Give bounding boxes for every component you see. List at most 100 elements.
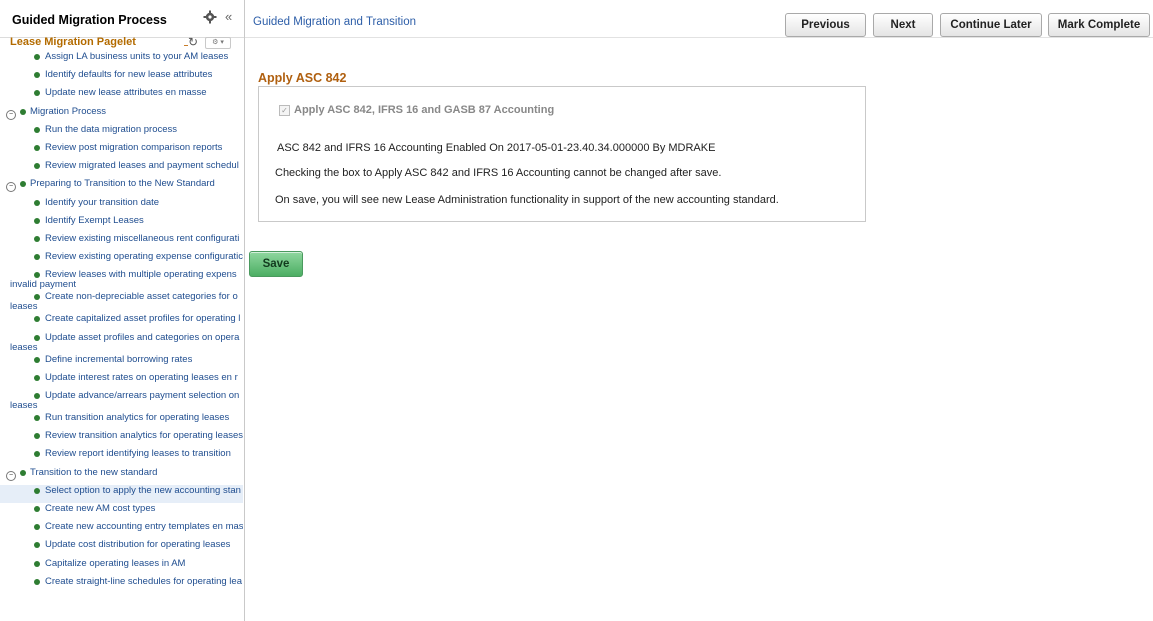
settings-panel: ✓ Apply ASC 842, IFRS 16 and GASB 87 Acc… — [258, 86, 866, 222]
sidebar-header: Guided Migration Process « — [0, 0, 244, 38]
enabled-status-text: ASC 842 and IFRS 16 Accounting Enabled O… — [277, 142, 716, 154]
sidebar-step-label-continued: leases — [10, 400, 38, 411]
next-button[interactable]: Next — [873, 13, 933, 37]
pagelet-header: Lease Migration Pagelet ↻ ⚙ ▾ — [0, 35, 244, 50]
bullet-icon — [34, 433, 40, 440]
page-title: Apply ASC 842 — [258, 71, 347, 85]
apply-asc842-checkbox-label: Apply ASC 842, IFRS 16 and GASB 87 Accou… — [294, 104, 555, 116]
sidebar-step[interactable]: Create straight-line schedules for opera… — [0, 576, 243, 594]
bullet-icon — [34, 316, 40, 323]
bullet-icon — [34, 126, 40, 133]
sidebar-title: Guided Migration Process — [12, 13, 167, 27]
sidebar-step[interactable]: Update advance/arrears payment selection… — [0, 390, 243, 412]
sidebar-step[interactable]: Identify defaults for new lease attribut… — [0, 69, 243, 87]
refresh-icon[interactable]: ↻ — [188, 35, 198, 49]
sidebar-step-label: Identify defaults for new lease attribut… — [45, 69, 213, 81]
bullet-icon — [34, 506, 40, 512]
sidebar-section[interactable]: − Transition to the new standard — [0, 467, 243, 485]
sidebar-step[interactable]: Run the data migration process — [0, 124, 243, 142]
sidebar-step[interactable]: Update interest rates on operating lease… — [0, 372, 243, 390]
sidebar-section[interactable]: − Preparing to Transition to the New Stan… — [0, 178, 243, 196]
pagelet-title: Lease Migration Pagelet — [10, 36, 136, 48]
sidebar-step[interactable]: Select option to apply the new accountin… — [0, 484, 243, 503]
bullet-icon — [34, 451, 40, 458]
sidebar-step[interactable]: Assign LA business units to your AM leas… — [0, 51, 243, 69]
sidebar-section[interactable]: − Migration Process — [0, 106, 243, 124]
breadcrumb[interactable]: Guided Migration and Transition — [253, 16, 416, 28]
bullet-icon — [20, 181, 26, 188]
bullet-icon — [34, 294, 40, 301]
sidebar-step-label: Run the data migration process — [45, 123, 178, 135]
bullet-icon — [34, 54, 40, 60]
sidebar-step-label: Create capitalized asset profiles for op… — [45, 313, 241, 325]
sidebar-step[interactable]: Define incremental borrowing rates — [0, 354, 243, 372]
sidebar-step[interactable]: Review existing operating expense config… — [0, 251, 243, 269]
collapse-toggle-icon[interactable]: − — [6, 109, 16, 120]
collapse-icon[interactable]: « — [225, 10, 232, 24]
pagelet-actions-menu[interactable]: ⚙ ▾ — [205, 37, 231, 49]
sidebar-step-label: Migration Process — [30, 105, 107, 117]
sidebar-step-label: Review existing miscellaneous rent confi… — [45, 233, 240, 244]
sidebar-step[interactable]: Update cost distribution for operating l… — [0, 539, 243, 557]
sidebar-step[interactable]: Review leases with multiple operating ex… — [0, 269, 243, 291]
bullet-icon — [34, 542, 40, 549]
bullet-icon — [34, 487, 40, 494]
sidebar-step-label: Identify your transition date — [45, 196, 160, 208]
bullet-icon — [34, 374, 40, 381]
gear-icon[interactable] — [203, 10, 217, 24]
sidebar-step[interactable]: Update new lease attributes en masse — [0, 87, 243, 105]
sidebar-step[interactable]: Create non-depreciable asset categories … — [0, 291, 243, 313]
bullet-icon — [34, 236, 40, 242]
bullet-icon — [34, 524, 40, 531]
sidebar-step-label: Review report identifying leases to tran… — [45, 448, 231, 460]
sidebar-step[interactable]: Create new accounting entry templates en… — [0, 521, 243, 539]
sidebar-step[interactable]: Create capitalized asset profiles for op… — [0, 313, 243, 331]
sidebar-step[interactable]: Review transition analytics for operatin… — [0, 430, 243, 448]
bullet-icon — [34, 578, 40, 585]
sidebar-step[interactable]: Identify your transition date — [0, 197, 243, 215]
save-button[interactable]: Save — [249, 251, 303, 277]
bullet-icon — [34, 199, 40, 206]
bullet-icon — [34, 217, 40, 224]
sidebar-step[interactable]: Create new AM cost types — [0, 503, 243, 521]
sidebar-step-label: Create new AM cost types — [45, 503, 156, 514]
mark-complete-button[interactable]: Mark Complete — [1048, 13, 1150, 37]
bullet-icon — [34, 415, 40, 421]
sidebar-step-label: Run transition analytics for operating l… — [45, 412, 230, 423]
sidebar-step-label-continued: leases — [10, 301, 38, 313]
sidebar: Guided Migration Process « Lease Migrati… — [0, 0, 245, 621]
bullet-icon — [34, 90, 40, 97]
bullet-icon — [34, 334, 40, 341]
sidebar-step[interactable]: Review existing miscellaneous rent confi… — [0, 233, 243, 251]
sidebar-step-label: Assign LA business units to your AM leas… — [45, 51, 229, 62]
sidebar-step[interactable]: Review post migration comparison reports — [0, 142, 243, 160]
sidebar-step[interactable]: Review report identifying leases to tran… — [0, 448, 243, 466]
sidebar-step-label: Define incremental borrowing rates — [45, 353, 193, 365]
bullet-icon — [34, 356, 40, 363]
sidebar-step[interactable]: Review migrated leases and payment sched… — [0, 160, 243, 178]
sidebar-step-label: Create non-depreciable asset categories … — [45, 291, 238, 303]
collapse-toggle-icon[interactable]: − — [6, 470, 16, 481]
sidebar-step-label-continued: leases — [10, 341, 38, 353]
info-text: On save, you will see new Lease Administ… — [275, 194, 779, 206]
sidebar-step-label: Update cost distribution for operating l… — [45, 539, 231, 551]
bullet-icon — [34, 72, 40, 79]
sidebar-step[interactable]: Update asset profiles and categories on … — [0, 332, 243, 354]
sidebar-step[interactable]: Identify Exempt Leases — [0, 215, 243, 233]
sidebar-step-label: Update new lease attributes en masse — [45, 87, 207, 99]
sidebar-step[interactable]: Run transition analytics for operating l… — [0, 412, 243, 430]
sidebar-step[interactable]: Capitalize operating leases in AM — [0, 558, 243, 576]
sidebar-step-label: Review transition analytics for operatin… — [45, 430, 243, 442]
bullet-icon — [34, 272, 40, 279]
continue-later-button[interactable]: Continue Later — [940, 13, 1042, 37]
sidebar-step-label: Select option to apply the new accountin… — [45, 484, 241, 496]
bullet-icon — [20, 108, 26, 115]
collapse-toggle-icon[interactable]: − — [6, 182, 16, 193]
bullet-icon — [34, 393, 40, 399]
previous-button[interactable]: Previous — [785, 13, 866, 37]
bullet-icon — [34, 163, 40, 170]
sidebar-step-label: Create straight-line schedules for opera… — [45, 575, 242, 587]
apply-asc842-checkbox[interactable]: ✓ — [279, 105, 290, 116]
bullet-icon — [34, 560, 40, 567]
sidebar-step-label: Review migrated leases and payment sched… — [45, 160, 239, 172]
